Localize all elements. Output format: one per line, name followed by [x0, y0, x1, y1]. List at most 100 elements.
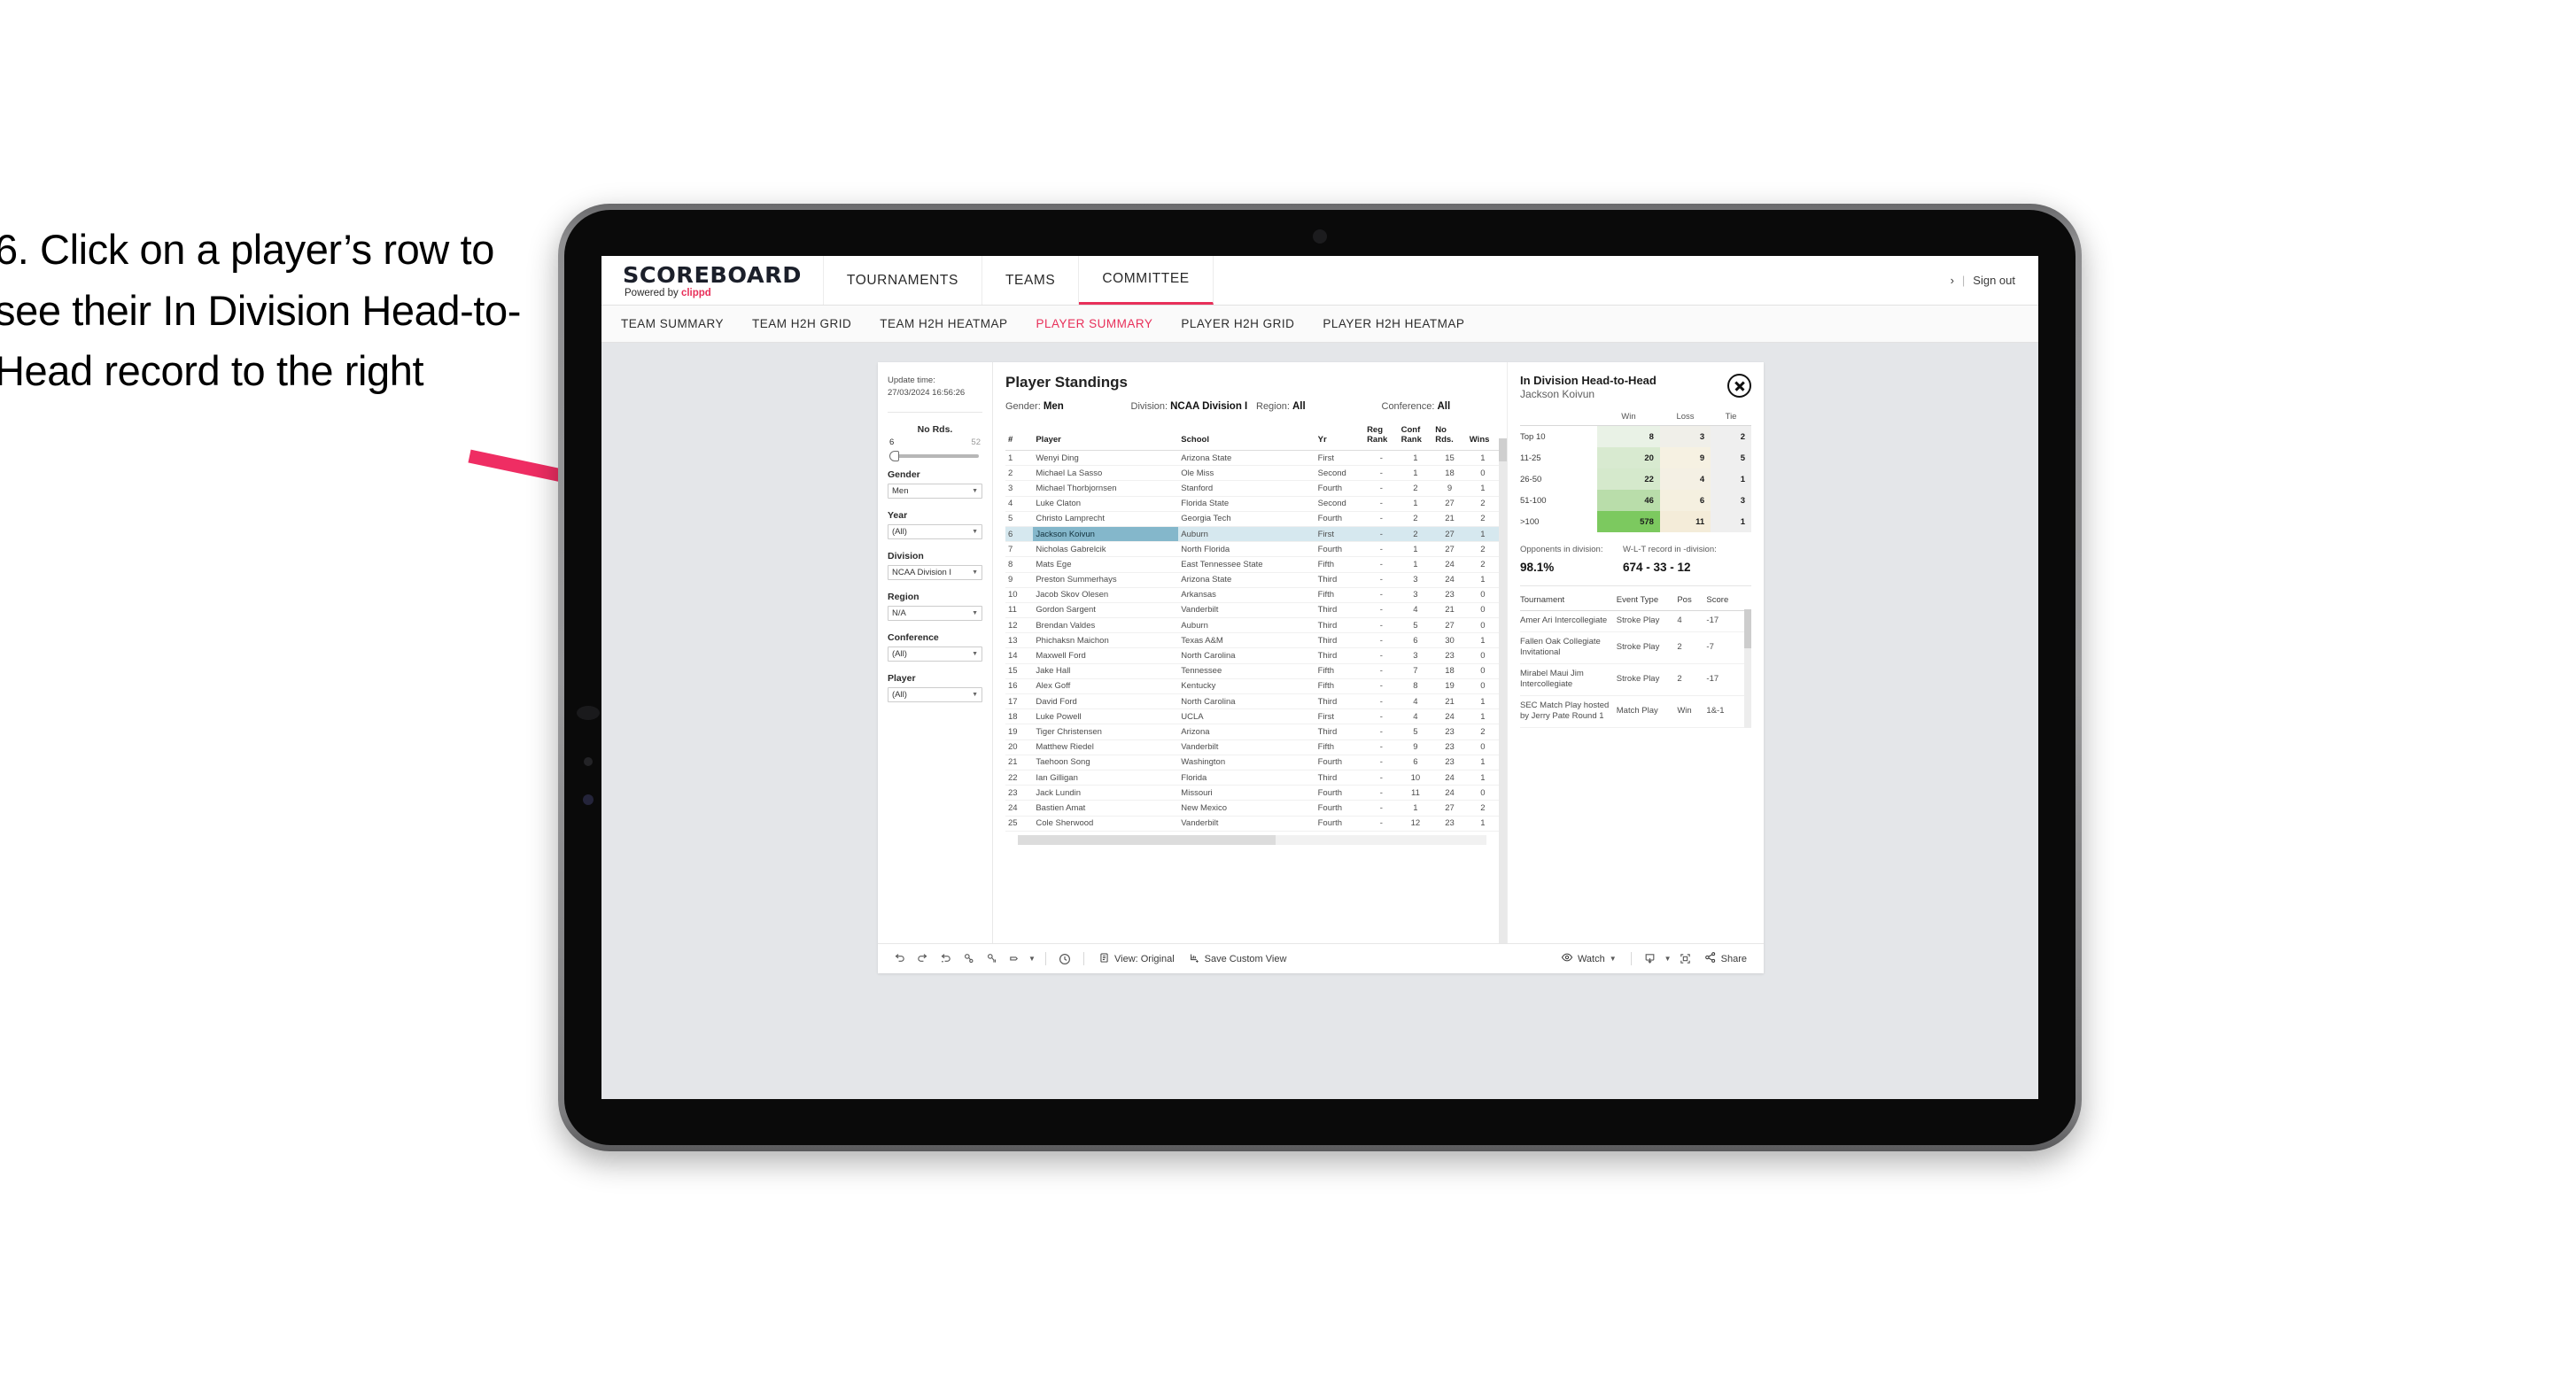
tournament-col-pos[interactable]: Pos: [1677, 593, 1707, 611]
filter-gender-select[interactable]: Men ▼: [888, 483, 982, 499]
highlight-icon[interactable]: [1004, 949, 1025, 970]
horizontal-scrollbar-thumb[interactable]: [1018, 834, 1276, 845]
table-row[interactable]: 13 Phichaksn Maichon Texas A&M Third -6 30 1: [1005, 632, 1499, 649]
redo-icon[interactable]: [912, 949, 933, 970]
tournament-scrollbar[interactable]: [1744, 609, 1751, 728]
h2h-cell-loss[interactable]: 9: [1659, 447, 1711, 468]
table-row[interactable]: 16 Alex Goff Kentucky Fifth -8 19 0: [1005, 678, 1499, 695]
subnav-item-player-summary[interactable]: PLAYER SUMMARY: [1036, 317, 1153, 330]
table-row[interactable]: 3 Michael Thorbjornsen Stanford Fourth -2 9 1: [1005, 480, 1499, 497]
h2h-cell-tie[interactable]: 2: [1711, 425, 1751, 447]
table-row[interactable]: 18 Luke Powell UCLA First -4 24 1: [1005, 708, 1499, 725]
revert-icon[interactable]: [935, 949, 956, 970]
subnav-item-player-h2h-grid[interactable]: PLAYER H2H GRID: [1181, 317, 1294, 330]
tournament-scrollbar-thumb[interactable]: [1744, 609, 1751, 648]
standings-col-no-rds[interactable]: No Rds.: [1432, 422, 1467, 451]
subnav-item-player-h2h-heatmap[interactable]: PLAYER H2H HEATMAP: [1323, 317, 1464, 330]
table-row[interactable]: 2 Michael La Sasso Ole Miss Second -1 18 0: [1005, 465, 1499, 482]
h2h-cell-loss[interactable]: 6: [1659, 490, 1711, 511]
tournament-row[interactable]: Mirabel Maui Jim Intercollegiate Stroke P…: [1520, 663, 1744, 696]
table-row[interactable]: 10 Jacob Skov Olesen Arkansas Fifth -3 23 0: [1005, 587, 1499, 603]
h2h-cell-win[interactable]: 46: [1596, 490, 1660, 511]
table-row[interactable]: 12 Brendan Valdes Auburn Third -5 27 0: [1005, 617, 1499, 634]
table-row[interactable]: 1 Wenyi Ding Arizona State First -1 15 1: [1005, 450, 1499, 467]
tournament-row[interactable]: SEC Match Play hosted by Jerry Pate Roun…: [1520, 695, 1744, 728]
table-row[interactable]: 8 Mats Ege East Tennessee State Fifth -1 24 2: [1005, 556, 1499, 573]
table-row[interactable]: 6 Jackson Koivun Auburn First -2 27 1: [1005, 526, 1499, 543]
table-row[interactable]: 14 Maxwell Ford North Carolina Third -3 23 0: [1005, 647, 1499, 664]
tournament-col-tournament[interactable]: Tournament: [1520, 593, 1617, 611]
table-row[interactable]: 15 Jake Hall Tennessee Fifth -7 18 0: [1005, 663, 1499, 679]
alerts-clock-icon[interactable]: [1054, 949, 1075, 970]
table-row[interactable]: 25 Cole Sherwood Vanderbilt Fourth -12 23 1: [1005, 816, 1499, 832]
update-time-value: 27/03/2024 16:56:26: [888, 387, 966, 398]
fullscreen-icon[interactable]: [1675, 949, 1696, 970]
topnav-item-tournaments[interactable]: TOURNAMENTS: [824, 256, 982, 305]
h2h-cell-tie[interactable]: 1: [1711, 468, 1751, 490]
subnav-item-team-h2h-grid[interactable]: TEAM H2H GRID: [752, 317, 851, 330]
table-row[interactable]: 21 Taehoon Song Washington Fourth -6 23 1: [1005, 755, 1499, 770]
standings-col-wins[interactable]: Wins: [1466, 422, 1499, 451]
topnav-item-teams[interactable]: TEAMS: [982, 256, 1080, 305]
filter-player-select[interactable]: (All) ▼: [888, 686, 982, 702]
h2h-cell-tie[interactable]: 5: [1711, 447, 1751, 468]
h2h-cell-tie[interactable]: 1: [1711, 511, 1751, 532]
pause-updates-icon[interactable]: [981, 949, 1002, 970]
filter-division-select[interactable]: NCAA Division I ▼: [888, 564, 982, 580]
topnav-item-committee[interactable]: COMMITTEE: [1079, 256, 1214, 305]
sign-out-link[interactable]: Sign out: [1973, 274, 2015, 287]
table-row[interactable]: 19 Tiger Christensen Arizona Third -5 23 2: [1005, 724, 1499, 740]
close-circle-icon[interactable]: [1727, 374, 1751, 398]
table-row[interactable]: 11 Gordon Sargent Vanderbilt Third -4 21 0: [1005, 602, 1499, 619]
subnav-item-team-summary[interactable]: TEAM SUMMARY: [621, 317, 724, 330]
undo-icon[interactable]: [888, 949, 910, 970]
watch-button[interactable]: Watch ▼: [1555, 951, 1623, 966]
table-row[interactable]: 9 Preston Summerhays Arizona State Third -3 2…: [1005, 572, 1499, 588]
h2h-cell-loss[interactable]: 11: [1659, 511, 1711, 532]
h2h-cell-win[interactable]: 578: [1596, 511, 1660, 532]
cell-rds: 23: [1432, 587, 1467, 603]
h2h-cell-tie[interactable]: 3: [1711, 490, 1751, 511]
vertical-scrollbar-thumb[interactable]: [1499, 438, 1507, 461]
h2h-cell-win[interactable]: 20: [1596, 447, 1660, 468]
chevron-right-icon[interactable]: ›: [1951, 274, 1954, 287]
h2h-cell-loss[interactable]: 3: [1659, 425, 1711, 447]
subnav-item-team-h2h-heatmap[interactable]: TEAM H2H HEATMAP: [880, 317, 1007, 330]
view-original-button[interactable]: View: Original: [1092, 952, 1181, 966]
highlight-dropdown-caret-icon[interactable]: ▼: [1027, 949, 1037, 970]
app-logo[interactable]: SCOREBOARD Powered by clippd: [601, 256, 824, 305]
table-row[interactable]: 7 Nicholas Gabrelcik North Florida Fourth -1…: [1005, 541, 1499, 558]
h2h-cell-win[interactable]: 8: [1596, 425, 1660, 447]
table-row[interactable]: 20 Matthew Riedel Vanderbilt Fifth -9 23 0: [1005, 739, 1499, 755]
tournament-col-event-type[interactable]: Event Type: [1616, 593, 1678, 611]
download-dropdown-caret-icon[interactable]: ▼: [1663, 949, 1673, 970]
filter-year-select[interactable]: (All) ▼: [888, 523, 982, 539]
save-custom-view-button[interactable]: Save Custom View: [1183, 952, 1293, 966]
filter-region-select[interactable]: N/A ▼: [888, 605, 982, 621]
horizontal-scrollbar[interactable]: [1018, 834, 1486, 845]
table-row[interactable]: 22 Ian Gilligan Florida Third -10 24 1: [1005, 770, 1499, 786]
table-row[interactable]: 17 David Ford North Carolina Third -4 21 1: [1005, 693, 1499, 710]
slider-handle[interactable]: [889, 450, 899, 461]
standings-col-conf-rank[interactable]: Conf Rank: [1398, 422, 1433, 451]
tournament-col-score[interactable]: Score: [1706, 593, 1744, 611]
standings-col-reg-rank[interactable]: Reg Rank: [1364, 422, 1399, 451]
table-row[interactable]: 23 Jack Lundin Missouri Fourth -11 24 0: [1005, 785, 1499, 801]
tournament-row[interactable]: Fallen Oak Collegiate Invitational Stroke…: [1520, 631, 1744, 664]
refresh-data-icon[interactable]: [958, 949, 979, 970]
table-row[interactable]: 5 Christo Lamprecht Georgia Tech Fourth -2 21…: [1005, 511, 1499, 527]
table-row[interactable]: 24 Bastien Amat New Mexico Fourth -1 27 2: [1005, 800, 1499, 817]
h2h-cell-win[interactable]: 22: [1596, 468, 1660, 490]
table-row[interactable]: 4 Luke Claton Florida State Second -1 27 2: [1005, 496, 1499, 512]
vertical-scrollbar[interactable]: [1499, 438, 1507, 943]
filter-conference-select[interactable]: (All) ▼: [888, 646, 982, 662]
tournament-row[interactable]: Amer Ari Intercollegiate Stroke Play 4 -17: [1520, 610, 1744, 632]
download-icon[interactable]: [1640, 949, 1661, 970]
no-rounds-slider[interactable]: [889, 450, 979, 461]
standings-col-school[interactable]: School: [1178, 422, 1315, 451]
standings-col-player[interactable]: Player: [1033, 422, 1179, 451]
share-button[interactable]: Share: [1698, 951, 1753, 966]
h2h-cell-loss[interactable]: 4: [1659, 468, 1711, 490]
standings-col-yr[interactable]: Yr: [1315, 422, 1365, 451]
standings-col-[interactable]: #: [1005, 422, 1034, 451]
